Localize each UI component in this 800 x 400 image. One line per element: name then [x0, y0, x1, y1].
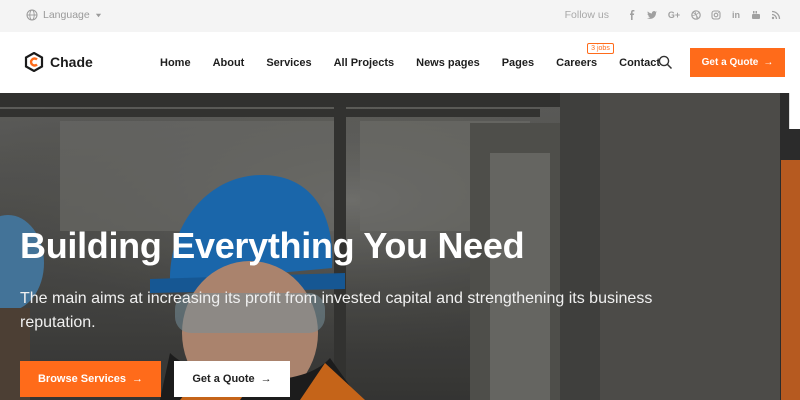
arrow-right-icon: → — [260, 373, 272, 385]
rss-icon[interactable] — [771, 10, 781, 21]
dribbble-icon[interactable] — [691, 10, 701, 21]
nav-contact[interactable]: Contact — [619, 57, 660, 69]
social-links: Follow us G+ in — [565, 9, 786, 21]
search-icon[interactable] — [658, 55, 673, 70]
site-logo[interactable]: Chade — [24, 52, 93, 72]
instagram-icon[interactable] — [711, 10, 721, 21]
arrow-right-icon: → — [132, 373, 144, 385]
right-edge-accent — [781, 160, 800, 400]
nav-careers-label: Careers — [556, 56, 598, 69]
get-quote-hero-button[interactable]: Get a Quote → — [174, 361, 290, 397]
language-label: Language — [43, 9, 90, 21]
nav-careers[interactable]: Careers 3 jobs — [556, 42, 614, 69]
browse-services-label: Browse Services — [37, 373, 127, 385]
follow-us-label: Follow us — [564, 9, 609, 21]
youtube-icon[interactable] — [751, 10, 761, 21]
primary-menu: Home About Services All Projects News pa… — [160, 32, 660, 93]
main-navbar: Chade Home About Services All Projects N… — [0, 32, 800, 93]
side-toggle-tab[interactable] — [789, 93, 800, 129]
get-quote-nav-button[interactable]: Get a Quote → — [690, 48, 785, 77]
nav-services[interactable]: Services — [266, 57, 311, 69]
get-quote-nav-label: Get a Quote — [701, 57, 759, 68]
arrow-right-icon: → — [763, 57, 774, 68]
jobs-count-badge: 3 jobs — [587, 42, 614, 54]
linkedin-icon[interactable]: in — [731, 10, 741, 21]
hero-title: Building Everything You Need — [20, 225, 525, 266]
get-quote-hero-label: Get a Quote — [192, 373, 255, 385]
nav-pages[interactable]: Pages — [502, 57, 534, 69]
nav-about[interactable]: About — [213, 57, 245, 69]
caret-down-icon — [95, 13, 101, 17]
top-bar: Language Follow us G+ in — [0, 0, 800, 32]
chade-logo-icon — [24, 52, 44, 72]
facebook-icon[interactable] — [627, 10, 637, 21]
hero-subtitle: The main aims at increasing its profit f… — [20, 290, 653, 331]
logo-text: Chade — [50, 54, 93, 70]
nav-home[interactable]: Home — [160, 57, 191, 69]
nav-news-pages[interactable]: News pages — [416, 57, 480, 69]
browse-services-button[interactable]: Browse Services → — [20, 361, 161, 397]
nav-all-projects[interactable]: All Projects — [334, 57, 395, 69]
hero-section: Building Everything You Need The main ai… — [0, 93, 780, 400]
language-selector[interactable]: Language — [26, 9, 102, 21]
google-plus-icon[interactable]: G+ — [667, 10, 681, 21]
globe-icon — [26, 9, 38, 21]
twitter-icon[interactable] — [647, 10, 657, 21]
